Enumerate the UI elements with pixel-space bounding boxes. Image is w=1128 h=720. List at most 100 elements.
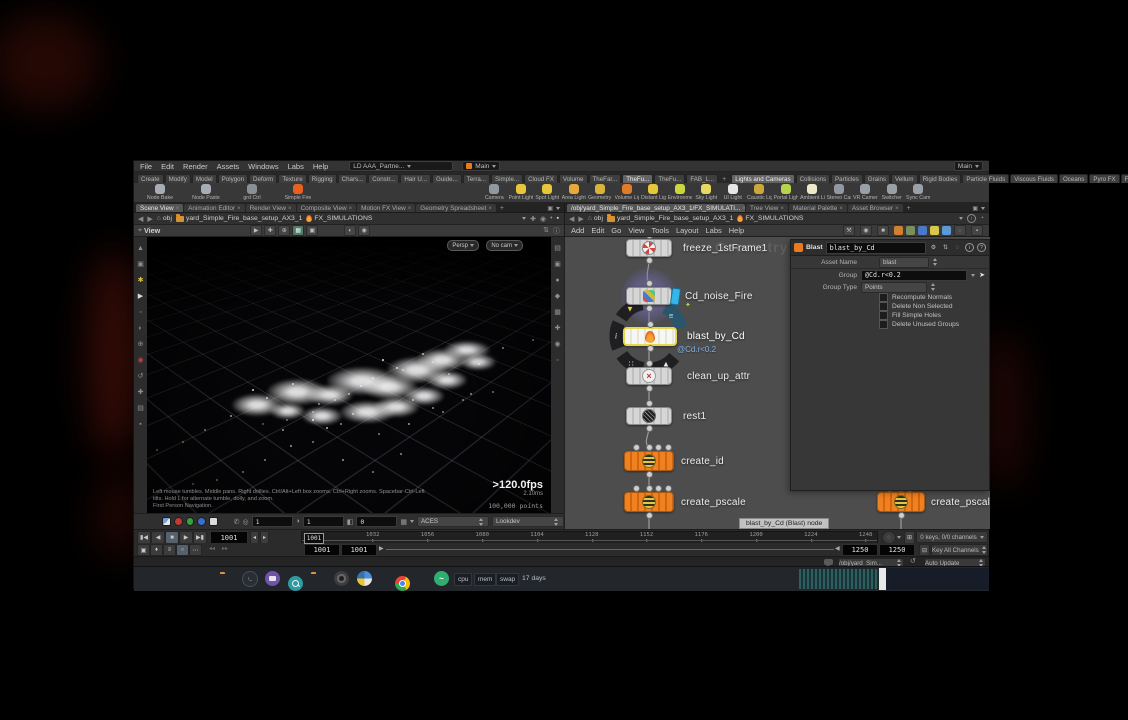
add-display-icon[interactable]: ✚ xyxy=(555,325,561,332)
snapshot-icon[interactable]: ◉ xyxy=(540,215,546,223)
node-create-id[interactable] xyxy=(624,451,674,471)
close-icon[interactable]: × xyxy=(488,206,492,212)
gain-field[interactable]: 1 xyxy=(252,516,293,527)
shelf-tab-10[interactable]: Guide... xyxy=(432,174,462,183)
shelf-tool-right-5[interactable]: Volume Light xyxy=(615,184,640,201)
path-network[interactable]: yard_Simple_Fire_base_setup_AX3_1 xyxy=(176,215,302,222)
add-pane-tab-button[interactable]: + xyxy=(904,205,914,212)
select-arrow-icon[interactable]: ➤ xyxy=(979,271,985,279)
help-icon[interactable]: ⓘ xyxy=(553,226,560,236)
menu-4[interactable]: Windows xyxy=(248,162,278,171)
pane-tab-3[interactable]: Composite View× xyxy=(297,204,357,212)
shelf-tool-2[interactable]: grd Ctrl xyxy=(230,184,274,201)
close-icon[interactable]: × xyxy=(742,206,745,212)
menu-3[interactable]: Assets xyxy=(217,162,240,171)
pane-tab-right-3[interactable]: Asset Browser× xyxy=(848,204,903,212)
node-cd-noise-fire[interactable] xyxy=(626,287,672,305)
shelf-tab-right-1[interactable]: Collisions xyxy=(796,174,830,183)
pin-icon[interactable]: ✚ xyxy=(530,215,536,223)
dopesheet-icon[interactable]: ≡ xyxy=(163,544,176,556)
path-root[interactable]: ⌂obj xyxy=(588,215,603,222)
sphere-app-icon[interactable] xyxy=(357,571,372,586)
group-field[interactable]: @Cd.r<0.2 xyxy=(861,270,967,281)
shaded-mode-icon[interactable]: ▦ xyxy=(292,225,304,236)
layout-view-icon[interactable]: ▤ xyxy=(137,405,144,412)
spinner-icon[interactable] xyxy=(933,258,939,266)
shelf-tool-right-9[interactable]: UI Light xyxy=(721,184,746,201)
shelf-tool-right-14[interactable]: VR Camera xyxy=(853,184,878,201)
shelf-tool-right-8[interactable]: Sky Light xyxy=(694,184,719,201)
chevron-down-icon[interactable] xyxy=(897,536,901,539)
network-menu-5[interactable]: Layout xyxy=(676,226,699,235)
lens-icon[interactable]: ◉ xyxy=(554,341,560,348)
swap-icon[interactable]: ⇅ xyxy=(941,243,950,252)
key-all-channels-button[interactable]: Key All Channels xyxy=(931,544,988,556)
pane-tab-right-0[interactable]: /obj/yard_Simple_Fire_base_setup_AX3_1/F… xyxy=(567,204,745,212)
square-icon[interactable]: ▪ xyxy=(557,215,559,222)
close-icon[interactable]: × xyxy=(176,206,180,212)
close-icon[interactable]: × xyxy=(895,206,899,212)
range-slider-right-handle[interactable]: ◀ xyxy=(835,545,840,552)
ring-template-icon[interactable]: ∷ xyxy=(628,360,633,369)
path-subnet[interactable]: FX_SIMULATIONS xyxy=(737,215,803,222)
grid-icon[interactable]: ■ xyxy=(877,225,889,236)
misc-display-icon[interactable]: ▫ xyxy=(556,357,558,364)
node-rest1[interactable] xyxy=(626,407,672,425)
path-dropdown-icon[interactable] xyxy=(959,217,963,220)
pane-tab-5[interactable]: Geometry Spreadsheet× xyxy=(416,204,496,212)
shelf-tab-right-8[interactable]: Oceans xyxy=(1059,174,1088,183)
sort-icon[interactable]: ⇅ xyxy=(543,226,549,236)
shelf-tab-12[interactable]: Simple... xyxy=(491,174,523,183)
shelf-tab-13[interactable]: Cloud FX xyxy=(524,174,558,183)
rotate-tool-icon[interactable]: ◐ xyxy=(138,325,142,332)
shade-icon[interactable]: ▣ xyxy=(554,261,561,268)
color-swatch-icon[interactable] xyxy=(906,226,915,235)
ring-display-icon[interactable]: ≡ xyxy=(669,312,674,321)
pane-tab-4[interactable]: Motion FX View× xyxy=(357,204,415,212)
back-icon[interactable]: ◀ xyxy=(569,215,574,223)
ring-up-arrow-icon[interactable]: ▲ xyxy=(662,360,670,369)
add-pane-tab-button[interactable]: + xyxy=(497,205,507,212)
search-app-icon[interactable] xyxy=(288,576,303,591)
undo-view-icon[interactable]: ↺ xyxy=(138,373,144,380)
folder-app-icon[interactable] xyxy=(265,571,280,586)
shelf-tab-right-9[interactable]: Pyro FX xyxy=(1089,174,1119,183)
path-subnet[interactable]: FX_SIMULATIONS xyxy=(306,215,372,222)
persp-view-button[interactable]: Persp xyxy=(447,240,479,251)
shelf-tool-right-15[interactable]: Switcher xyxy=(880,184,905,201)
path-dropdown-icon[interactable] xyxy=(522,217,526,220)
point-display-icon[interactable]: ● xyxy=(555,277,559,284)
help-icon[interactable]: ? xyxy=(977,243,986,252)
playhead-marker[interactable]: 1001 xyxy=(304,533,324,544)
lights-toggle-icon[interactable]: ◐ xyxy=(344,225,356,236)
menu-2[interactable]: Render xyxy=(183,162,208,171)
network-menu-0[interactable]: Add xyxy=(571,226,584,235)
keys-info-dropdown[interactable]: 0 keys, 0/0 channels xyxy=(916,531,988,543)
translate-tool-icon[interactable]: ▫ xyxy=(139,309,141,316)
gamma-field[interactable]: 1 xyxy=(303,516,344,527)
shelf-tab-11[interactable]: Terra... xyxy=(463,174,490,183)
network-menu-4[interactable]: Tools xyxy=(651,226,669,235)
range-end-field-2[interactable]: 1250 xyxy=(879,544,915,556)
shelf-tab-5[interactable]: Texture xyxy=(278,174,306,183)
wireframe-mode-icon[interactable]: ▣ xyxy=(306,225,318,236)
background-swatch[interactable] xyxy=(162,517,171,526)
message-bubble-icon[interactable] xyxy=(824,559,833,565)
shelf-tab-right-3[interactable]: Grains xyxy=(864,174,890,183)
select-tool-icon[interactable]: ▶ xyxy=(250,225,262,236)
close-icon[interactable]: × xyxy=(408,206,412,212)
info-icon[interactable]: i xyxy=(965,243,974,252)
pose-tool-icon[interactable]: ◉ xyxy=(137,357,143,364)
wrench-icon[interactable]: ⚒ xyxy=(843,225,855,236)
target-icon[interactable]: ◎ xyxy=(242,518,248,526)
shelf-tool-right-2[interactable]: Spot Light xyxy=(535,184,560,201)
ring-down-arrow-icon[interactable]: ▼ xyxy=(626,305,634,314)
material-toggle-icon[interactable]: ◉ xyxy=(358,225,370,236)
chrome-icon[interactable] xyxy=(395,576,410,591)
checkbox[interactable] xyxy=(879,311,888,320)
ring-info-icon[interactable]: i xyxy=(615,332,617,341)
display-lut-select[interactable]: Lookdev xyxy=(492,516,564,527)
shelf-tab-18[interactable]: FAB_L... xyxy=(686,174,718,183)
shelf-tab-4[interactable]: Deform xyxy=(249,174,277,183)
close-icon[interactable]: × xyxy=(839,206,843,212)
